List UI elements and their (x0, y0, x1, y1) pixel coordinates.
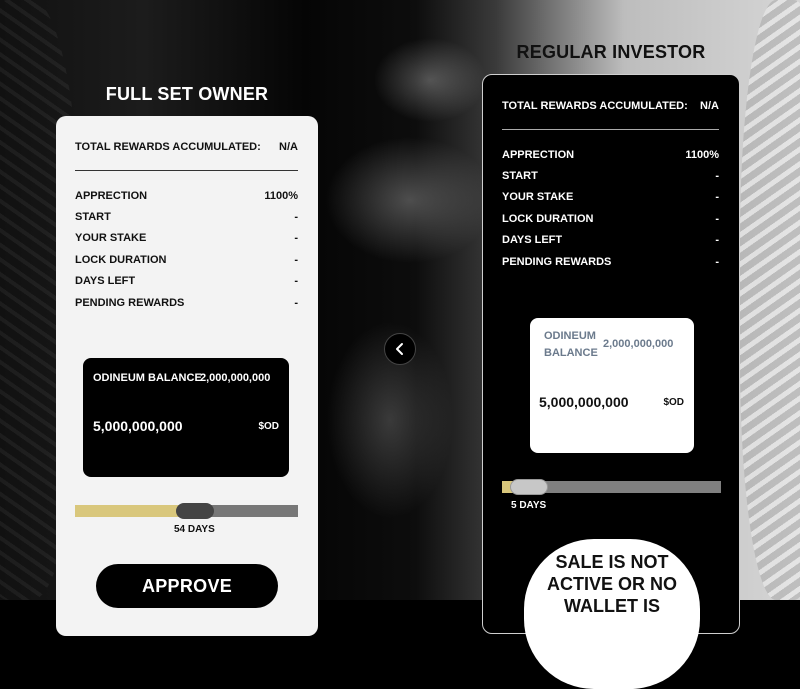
stat-label: START (75, 211, 111, 223)
stat-value: - (294, 297, 298, 309)
regular-investor-card: TOTAL REWARDS ACCUMULATED: N/A APPRECTIO… (482, 74, 740, 689)
stat-label: YOUR STAKE (502, 191, 574, 203)
divider (75, 170, 298, 171)
stat-row-days-left: DAYS LEFT - (75, 274, 298, 288)
odineum-balance-box: ODINEUM BALANCE 2,000,000,000 5,000,000,… (83, 358, 289, 477)
stat-row-pending-rewards: PENDING REWARDS - (75, 296, 298, 310)
stat-label: APPRECTION (502, 149, 575, 161)
stat-label: PENDING REWARDS (75, 297, 185, 309)
slider-handle[interactable] (510, 479, 548, 495)
stat-row-apprection: APPRECTION 1100% (75, 189, 298, 203)
slider-days-label: 54 DAYS (174, 524, 215, 535)
stat-row-days-left: DAYS LEFT - (502, 233, 719, 247)
odineum-balance-label-line2: BALANCE (544, 347, 598, 359)
slider-days-label: 5 DAYS (511, 500, 547, 511)
right-decorative-art (740, 0, 800, 600)
stat-value: - (715, 234, 719, 246)
stat-value: 1100% (685, 149, 719, 161)
odineum-balance-label-line1: ODINEUM (544, 330, 596, 342)
stat-row-lock-duration: LOCK DURATION - (75, 253, 298, 267)
stake-amount: 5,000,000,000 (93, 418, 183, 434)
stat-value: - (294, 211, 298, 223)
stat-label: LOCK DURATION (502, 213, 594, 225)
lock-duration-slider[interactable] (502, 479, 721, 495)
total-rewards-label: TOTAL REWARDS ACCUMULATED: (75, 141, 261, 153)
stat-value: - (294, 232, 298, 244)
stat-value: - (715, 256, 719, 268)
stat-value: - (715, 170, 719, 182)
stake-amount: 5,000,000,000 (539, 394, 629, 410)
stat-row-your-stake: YOUR STAKE - (502, 190, 719, 204)
currency-unit: $OD (258, 421, 279, 432)
carousel-prev-button[interactable] (384, 333, 416, 365)
full-set-owner-title: FULL SET OWNER (105, 84, 269, 104)
stat-value: 1100% (264, 190, 298, 202)
stat-label: APPRECTION (75, 190, 148, 202)
stat-label: YOUR STAKE (75, 232, 147, 244)
sale-status-message: SALE IS NOT ACTIVE OR NO WALLET IS (524, 539, 700, 689)
stat-label: PENDING REWARDS (502, 256, 612, 268)
stat-row-lock-duration: LOCK DURATION - (502, 212, 719, 226)
total-rewards-label: TOTAL REWARDS ACCUMULATED: (502, 100, 688, 112)
stat-label: DAYS LEFT (502, 234, 563, 246)
odineum-balance-value: 2,000,000,000 (200, 372, 271, 384)
odineum-balance-value: 2,000,000,000 (603, 338, 674, 350)
divider (502, 129, 719, 130)
stat-value: - (715, 213, 719, 225)
stat-row-start: START - (75, 210, 298, 224)
stat-value: - (294, 254, 298, 266)
total-rewards-row: TOTAL REWARDS ACCUMULATED: N/A (75, 140, 298, 154)
stat-value: - (294, 275, 298, 287)
currency-unit: $OD (663, 397, 684, 408)
approve-button[interactable]: APPROVE (96, 564, 278, 608)
stat-value: - (715, 191, 719, 203)
odineum-balance-label: ODINEUM BALANCE (93, 372, 202, 384)
total-rewards-value: N/A (700, 100, 719, 112)
slider-handle[interactable] (176, 503, 214, 519)
stat-row-your-stake: YOUR STAKE - (75, 231, 298, 245)
stat-row-pending-rewards: PENDING REWARDS - (502, 255, 719, 269)
stat-label: START (502, 170, 538, 182)
odineum-balance-box: ODINEUM BALANCE 2,000,000,000 5,000,000,… (530, 318, 694, 453)
regular-investor-title: REGULAR INVESTOR (516, 42, 706, 62)
chevron-left-icon (396, 343, 403, 355)
stat-label: DAYS LEFT (75, 275, 136, 287)
stat-row-apprection: APPRECTION 1100% (502, 148, 719, 162)
stat-label: LOCK DURATION (75, 254, 167, 266)
stat-row-start: START - (502, 169, 719, 183)
total-rewards-row: TOTAL REWARDS ACCUMULATED: N/A (502, 99, 719, 113)
lock-duration-slider[interactable] (75, 503, 298, 519)
full-set-owner-card: TOTAL REWARDS ACCUMULATED: N/A APPRECTIO… (56, 116, 318, 636)
total-rewards-value: N/A (279, 141, 298, 153)
